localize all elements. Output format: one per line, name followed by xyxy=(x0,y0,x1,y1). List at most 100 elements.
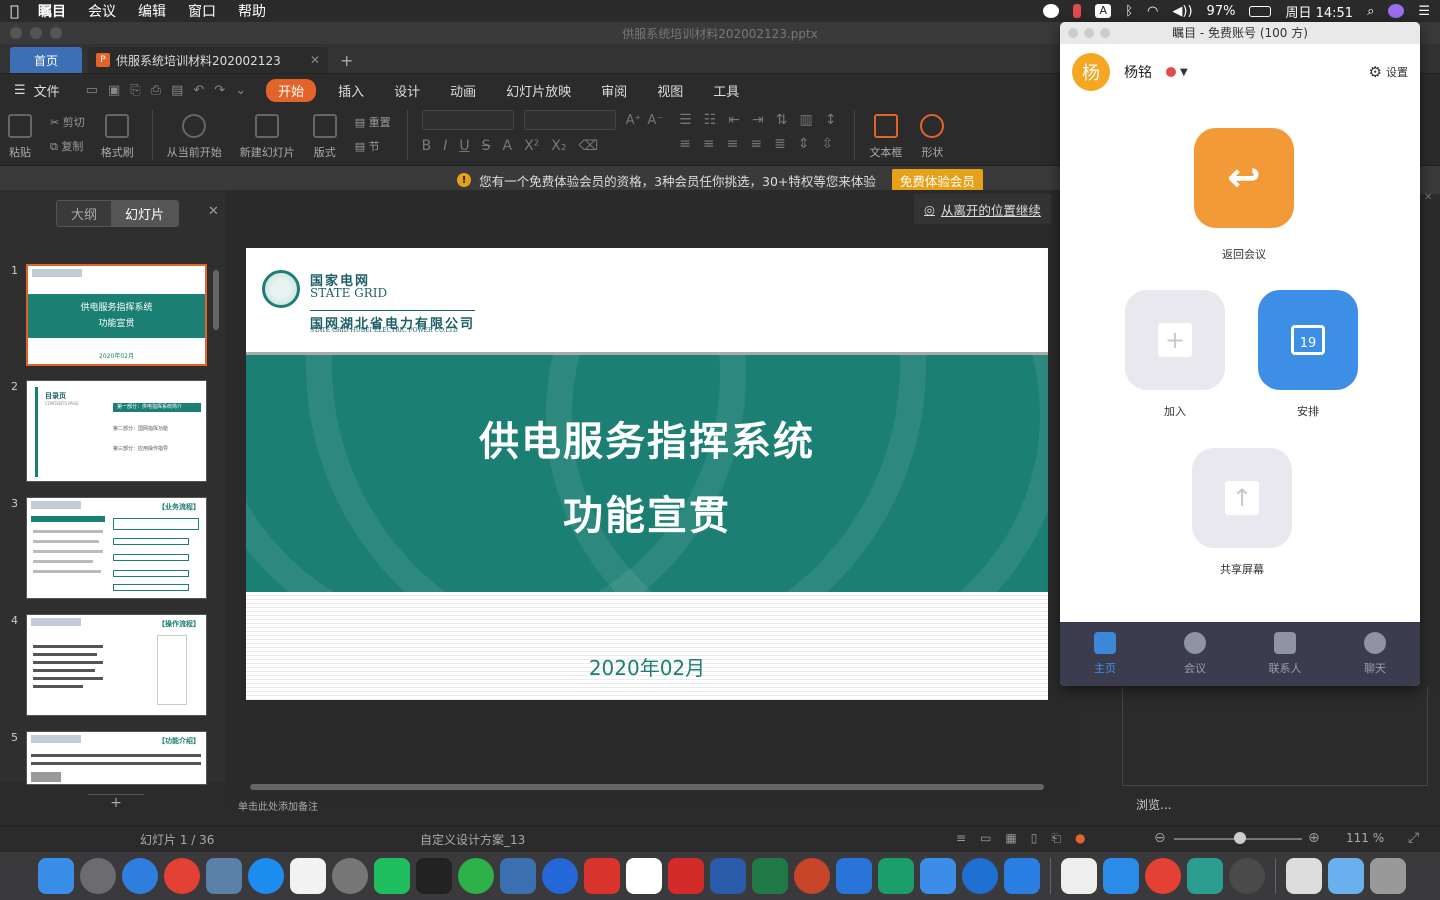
tab-document[interactable]: P 供服系统培训材料202002123 ✕ xyxy=(88,47,328,73)
battery-percent[interactable]: 97% xyxy=(1207,4,1236,19)
underline-icon[interactable]: U xyxy=(459,138,469,154)
ribbon-tab-insert[interactable]: 插入 xyxy=(338,81,364,100)
decrease-indent-icon[interactable]: ⇤ xyxy=(728,112,740,128)
browser-icon[interactable] xyxy=(962,858,998,894)
excel-icon[interactable] xyxy=(752,858,788,894)
theme-name[interactable]: 自定义设计方案_13 xyxy=(420,831,525,848)
close-tab-icon[interactable]: ✕ xyxy=(310,53,320,67)
bullets-icon[interactable]: ☰ xyxy=(679,112,692,128)
print-preview-icon[interactable]: ▤ xyxy=(171,83,183,98)
keynote-icon[interactable] xyxy=(542,858,578,894)
notification-center-icon[interactable]: ☰ xyxy=(1418,4,1430,19)
schedule-meeting-button[interactable]: 19 xyxy=(1258,290,1358,390)
paragraph-spacing-icon[interactable]: ⇕ xyxy=(798,136,810,152)
screen-record-icon[interactable] xyxy=(1043,4,1060,18)
strikethrough-icon[interactable]: S xyxy=(482,138,491,154)
wps-icon[interactable] xyxy=(836,858,872,894)
cut-button[interactable]: ✂ 剪切 xyxy=(50,114,85,130)
close-window-button[interactable] xyxy=(10,27,22,39)
align-left-icon[interactable]: ≡ xyxy=(679,136,691,152)
finder-icon[interactable] xyxy=(38,858,74,894)
notes-placeholder[interactable]: 单击此处添加备注 xyxy=(238,798,318,813)
reading-view-icon[interactable]: ▯ xyxy=(1031,831,1038,846)
slide-sorter-icon[interactable]: ▦ xyxy=(1005,831,1016,846)
powerpoint-icon[interactable] xyxy=(794,858,830,894)
join-meeting-button[interactable]: + xyxy=(1125,290,1225,390)
align-right-icon[interactable]: ≡ xyxy=(727,136,739,152)
tab-outline[interactable]: 大纲 xyxy=(57,201,112,226)
slide-thumbnail-4[interactable]: 【操作流程】 xyxy=(26,614,207,716)
scrollbar-thumb[interactable] xyxy=(213,270,219,330)
menubar-app-name[interactable]: 瞩目 xyxy=(38,1,66,21)
slide-thumbnail-1[interactable]: 供电服务指挥系统 功能宣贯 2020年02月 xyxy=(26,264,207,366)
subscript-icon[interactable]: X₂ xyxy=(551,138,566,154)
increase-indent-icon[interactable]: ⇥ xyxy=(752,112,764,128)
resume-position-link[interactable]: ◎ 从离开的位置继续 xyxy=(914,194,1051,224)
safari-icon[interactable] xyxy=(122,858,158,894)
thumbnail-scrollbar[interactable] xyxy=(213,262,219,782)
preview-icon[interactable] xyxy=(206,858,242,894)
word-icon[interactable] xyxy=(710,858,746,894)
folder-icon[interactable] xyxy=(1328,858,1364,894)
nav-contacts[interactable]: 联系人 xyxy=(1240,622,1330,686)
ribbon-tab-review[interactable]: 审阅 xyxy=(601,81,627,100)
menubar-item-help[interactable]: 帮助 xyxy=(238,1,266,21)
redo-icon[interactable]: ↷ xyxy=(214,83,225,98)
menubar-item-window[interactable]: 窗口 xyxy=(188,1,216,21)
spotlight-search-icon[interactable]: ⌕ xyxy=(1367,4,1374,19)
minimize-window-button[interactable] xyxy=(1084,28,1094,38)
grow-font-icon[interactable]: A⁺ xyxy=(626,113,642,128)
add-slide-button[interactable]: + xyxy=(88,794,144,811)
nav-home[interactable]: 主页 xyxy=(1060,622,1150,686)
horizontal-scrollbar[interactable] xyxy=(238,782,1056,792)
nav-meetings[interactable]: 会议 xyxy=(1150,622,1240,686)
launchpad-icon[interactable] xyxy=(80,858,116,894)
ribbon-tab-home[interactable]: 开始 xyxy=(266,78,317,102)
mail-app-icon[interactable] xyxy=(668,858,704,894)
windows-icon[interactable] xyxy=(1103,858,1139,894)
zoom-window-button[interactable] xyxy=(1100,28,1110,38)
poker-game-icon[interactable] xyxy=(584,858,620,894)
pause-icon[interactable] xyxy=(1073,4,1082,18)
share-screen-button[interactable]: ↑ xyxy=(1192,448,1292,548)
chart-app-icon[interactable] xyxy=(1187,858,1223,894)
settings-button[interactable]: ⚙ 设置 xyxy=(1369,63,1408,81)
volume-icon[interactable]: ◀)) xyxy=(1172,4,1192,19)
zoom-out-icon[interactable]: ⊖ xyxy=(1154,830,1166,846)
return-to-meeting-button[interactable]: ↩ xyxy=(1194,128,1294,228)
reset-button[interactable]: ▤ 重置 xyxy=(355,114,391,130)
quicktime-icon[interactable] xyxy=(1229,858,1265,894)
slide-thumbnail-3[interactable]: 【业务流程】 xyxy=(26,497,207,599)
app-store-icon[interactable] xyxy=(248,858,284,894)
chevron-down-icon[interactable]: ▼ xyxy=(1180,67,1188,78)
new-slide-button[interactable]: 新建幻灯片 xyxy=(240,110,295,160)
nav-chat[interactable]: 聊天 xyxy=(1330,622,1420,686)
zoom-slider-handle[interactable] xyxy=(1234,832,1246,844)
battery-icon[interactable] xyxy=(1249,5,1272,17)
trash-icon[interactable] xyxy=(1370,858,1406,894)
text-direction-icon[interactable]: ⇅ xyxy=(776,112,788,128)
format-painter-button[interactable]: 格式刷 xyxy=(101,110,134,160)
line-spacing-icon[interactable]: ↕ xyxy=(825,112,837,128)
sublime-icon[interactable] xyxy=(878,858,914,894)
tab-home[interactable]: 首页 xyxy=(10,47,82,73)
normal-view-icon[interactable]: ▭ xyxy=(980,831,991,846)
notes-view-icon[interactable]: ≡ xyxy=(956,831,966,846)
calendar-dock-icon[interactable] xyxy=(290,858,326,894)
slide-title[interactable]: 供电服务指挥系统 xyxy=(246,409,1048,467)
open-folder-icon[interactable]: ▭ xyxy=(86,83,98,98)
ribbon-tab-design[interactable]: 设计 xyxy=(394,81,420,100)
chrome-icon[interactable] xyxy=(1145,858,1181,894)
font-color-icon[interactable]: A xyxy=(503,138,513,154)
ribbon-tab-view[interactable]: 视图 xyxy=(657,81,683,100)
qq-icon[interactable] xyxy=(416,858,452,894)
remote-desktop-icon[interactable] xyxy=(500,858,536,894)
presenter-icon[interactable]: ⎗ xyxy=(1051,831,1061,846)
busy-status-icon[interactable] xyxy=(1166,67,1176,77)
export-icon[interactable]: ⎘ xyxy=(130,83,140,98)
current-slide[interactable]: 国家电网 STATE GRID 国网湖北省电力有限公司 STATE GRID H… xyxy=(246,248,1048,700)
zoom-level[interactable]: 111 % xyxy=(1346,831,1384,845)
document-icon[interactable] xyxy=(1061,858,1097,894)
minimize-window-button[interactable] xyxy=(30,27,42,39)
close-window-button[interactable] xyxy=(1068,28,1078,38)
